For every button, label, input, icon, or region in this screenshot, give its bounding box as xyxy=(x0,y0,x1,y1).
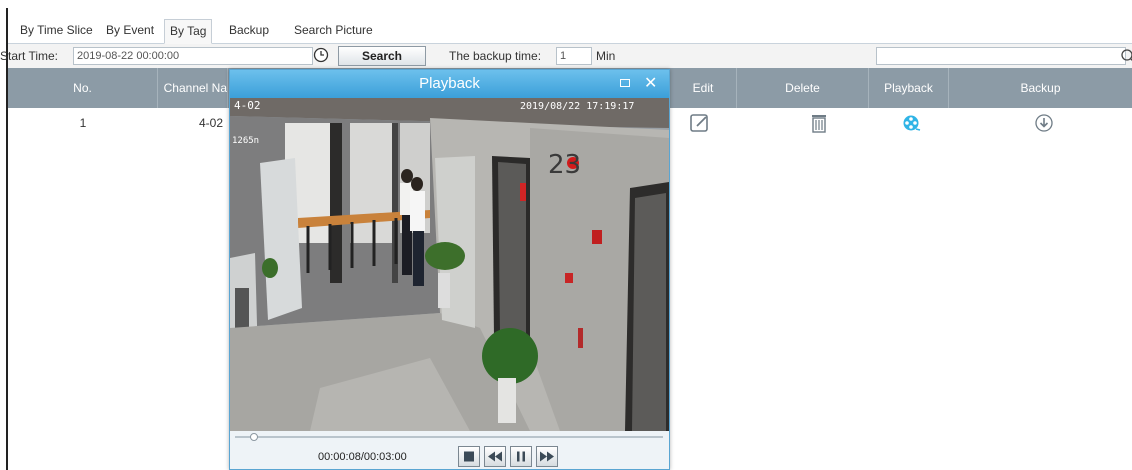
maximize-icon[interactable] xyxy=(620,79,630,87)
tab-bar: By Time Slice By Event By Tag Backup Sea… xyxy=(8,16,1132,44)
col-delete: Delete xyxy=(737,68,869,108)
backup-time-label: The backup time: xyxy=(449,49,542,63)
camera-scene-image: 23 4-02 2019/08/22 17:19:17 1265n xyxy=(230,98,669,431)
tab-backup[interactable]: Backup xyxy=(224,19,274,44)
video-frame[interactable]: 23 4-02 2019/08/22 17:19:17 1265n xyxy=(230,98,669,431)
osd-channel: 4-02 xyxy=(234,99,261,112)
playback-title: Playback xyxy=(419,75,480,92)
download-icon[interactable] xyxy=(1033,112,1055,134)
time-display: 00:00:08/00:03:00 xyxy=(318,451,407,463)
pause-icon xyxy=(517,451,525,462)
search-icon[interactable] xyxy=(1120,48,1132,64)
cell-channel: 4-02 xyxy=(198,116,223,130)
search-toolbar: Start Time: 2019-08-22 00:00:00 Search T… xyxy=(0,44,1132,68)
playback-title-bar[interactable]: Playback ✕ xyxy=(230,70,669,98)
fast-forward-button[interactable] xyxy=(536,446,558,467)
progress-slider[interactable] xyxy=(235,436,663,438)
tab-search-picture[interactable]: Search Picture xyxy=(289,19,378,44)
fast-forward-icon xyxy=(540,451,554,462)
start-time-field[interactable]: 2019-08-22 00:00:00 xyxy=(73,47,313,65)
cell-no: 1 xyxy=(79,116,87,130)
tab-by-event[interactable]: By Event xyxy=(101,19,159,44)
osd-small-label: 1265n xyxy=(232,136,259,146)
svg-text:23: 23 xyxy=(548,150,581,180)
col-no: No. xyxy=(8,68,158,108)
pause-button[interactable] xyxy=(510,446,532,467)
film-reel-icon[interactable] xyxy=(900,112,922,134)
rewind-icon xyxy=(488,451,502,462)
backup-time-unit: Min xyxy=(596,49,616,63)
backup-time-field[interactable]: 1 xyxy=(556,47,592,65)
playback-controls: 00:00:08/00:03:00 xyxy=(230,431,669,469)
stop-icon xyxy=(464,451,474,462)
col-playback: Playback xyxy=(869,68,949,108)
playback-window[interactable]: Playback ✕ 23 4-02 2019/08/22 17:19:17 1… xyxy=(229,69,670,470)
col-backup: Backup xyxy=(1020,81,1061,95)
progress-slider-handle[interactable] xyxy=(249,433,258,441)
trash-icon[interactable] xyxy=(808,112,830,134)
edit-icon[interactable] xyxy=(689,112,711,134)
col-channel-name: Channel Na xyxy=(158,68,228,108)
search-button[interactable]: Search xyxy=(338,46,426,66)
tab-by-time-slice[interactable]: By Time Slice xyxy=(15,19,98,44)
filter-input[interactable] xyxy=(876,47,1126,65)
osd-timestamp: 2019/08/22 17:19:17 xyxy=(520,101,634,112)
clock-icon[interactable] xyxy=(313,47,329,63)
rewind-button[interactable] xyxy=(484,446,506,467)
close-icon[interactable]: ✕ xyxy=(644,72,657,96)
tab-by-tag[interactable]: By Tag xyxy=(164,19,213,44)
col-edit: Edit xyxy=(670,68,737,108)
start-time-label: Start Time: xyxy=(0,49,59,63)
stop-button[interactable] xyxy=(458,446,480,467)
